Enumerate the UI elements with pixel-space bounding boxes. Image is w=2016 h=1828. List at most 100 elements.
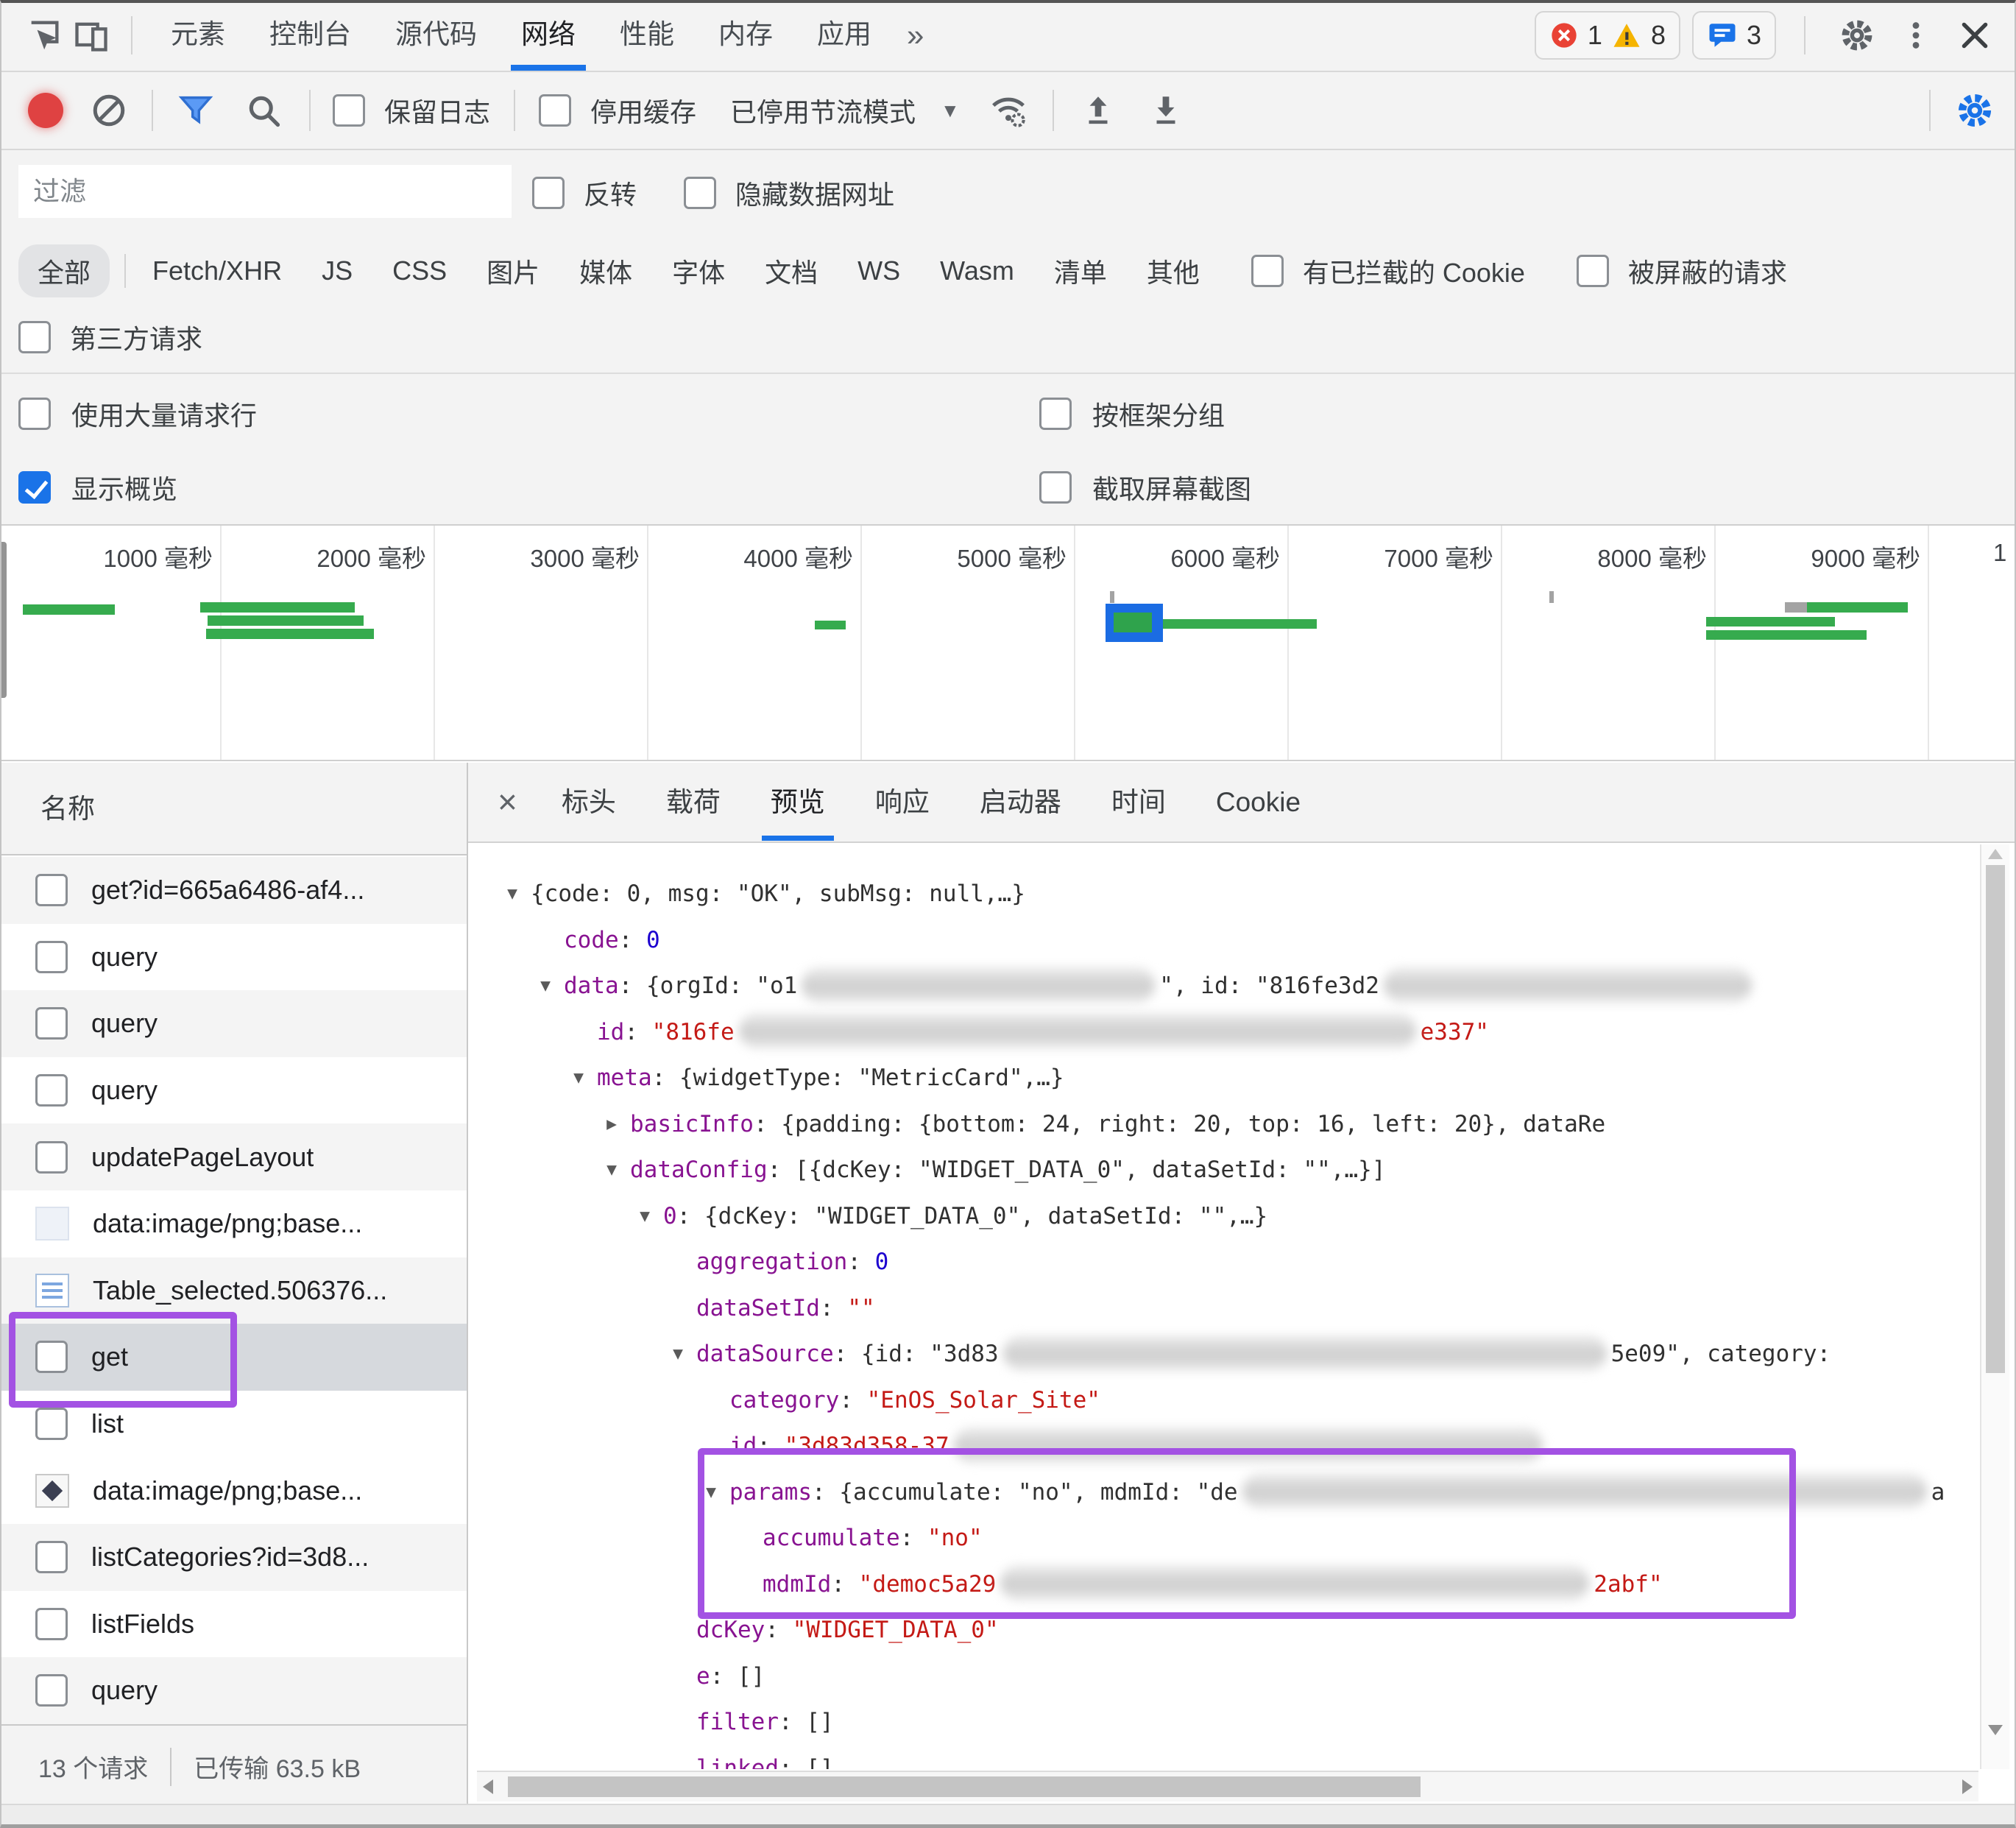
request-row-checkbox[interactable]: [35, 1341, 68, 1374]
blocked-cookies-checkbox[interactable]: [1251, 255, 1284, 287]
panel-tab-应用[interactable]: 应用: [795, 0, 894, 71]
type-chip-Wasm[interactable]: Wasm: [937, 248, 1017, 294]
request-row[interactable]: updatePageLayout: [0, 1123, 467, 1190]
request-row[interactable]: get: [0, 1324, 467, 1391]
json-tree-line[interactable]: ▼ 0: {dcKey: "WIDGET_DATA_0", dataSetId: …: [468, 1193, 1998, 1240]
request-row-checkbox[interactable]: [35, 1541, 68, 1574]
option-checkbox-1[interactable]: [1039, 398, 1072, 430]
filter-input[interactable]: [18, 165, 512, 218]
details-tab-时间[interactable]: 时间: [1086, 763, 1191, 841]
json-tree-line[interactable]: ▼ meta: {widgetType: "MetricCard",…}: [468, 1055, 1998, 1101]
json-tree-line[interactable]: ▶ basicInfo: {padding: {bottom: 24, right…: [468, 1101, 1998, 1148]
json-tree-line[interactable]: accumulate: "no": [468, 1515, 1998, 1561]
request-row[interactable]: get?id=665a6486-af4...: [0, 857, 467, 924]
import-har-icon[interactable]: [1075, 87, 1122, 134]
close-details-icon[interactable]: ×: [478, 763, 537, 841]
request-row-checkbox[interactable]: [35, 1408, 68, 1441]
expand-arrow-icon[interactable]: ▼: [597, 1147, 626, 1193]
throttling-select[interactable]: 已停用节流模式: [730, 91, 916, 130]
expand-arrow-icon[interactable]: ▼: [531, 963, 560, 1009]
request-row[interactable]: data:image/png;base...: [0, 1190, 467, 1257]
panel-tab-元素[interactable]: 元素: [149, 0, 247, 71]
request-row-checkbox[interactable]: [35, 1674, 68, 1707]
request-row[interactable]: data:image/png;base...: [0, 1457, 467, 1524]
request-row[interactable]: query: [0, 990, 467, 1057]
request-row[interactable]: query: [0, 1056, 467, 1124]
type-chip-字体[interactable]: 字体: [669, 244, 728, 297]
third-party-checkbox[interactable]: [18, 321, 51, 353]
json-tree-line[interactable]: aggregation: 0: [468, 1239, 1998, 1285]
kebab-menu-icon[interactable]: [1892, 12, 1939, 59]
json-tree-line[interactable]: ▼ params: {accumulate: "no", mdmId: "de a: [468, 1469, 1998, 1516]
json-tree-line[interactable]: filter: []: [468, 1699, 1998, 1746]
type-chip-清单[interactable]: 清单: [1051, 244, 1110, 297]
scroll-up-arrow[interactable]: [1988, 849, 2003, 859]
request-row-checkbox[interactable]: [35, 1140, 68, 1174]
type-chip-CSS[interactable]: CSS: [389, 248, 450, 294]
inspect-element-icon[interactable]: [21, 12, 68, 59]
request-row[interactable]: query: [0, 923, 467, 991]
request-row-checkbox[interactable]: [35, 940, 68, 973]
search-icon[interactable]: [240, 87, 287, 134]
expand-arrow-icon[interactable]: ▼: [498, 871, 527, 917]
type-chip-媒体[interactable]: 媒体: [576, 244, 635, 297]
filter-funnel-icon[interactable]: [172, 87, 219, 134]
record-network-log-icon[interactable]: [22, 87, 69, 134]
panel-tab-控制台[interactable]: 控制台: [247, 0, 373, 71]
requests-name-column-header[interactable]: 名称: [0, 763, 467, 855]
scroll-right-arrow[interactable]: [1962, 1779, 1973, 1794]
details-tab-启动器[interactable]: 启动器: [955, 763, 1086, 841]
clear-network-log-icon[interactable]: [85, 87, 132, 134]
request-row[interactable]: listFields: [0, 1590, 467, 1658]
issues-badge[interactable]: 3: [1691, 11, 1776, 60]
scroll-down-arrow[interactable]: [1988, 1725, 2003, 1735]
option-checkbox-0[interactable]: [18, 398, 51, 430]
expand-arrow-icon[interactable]: ▼: [696, 1469, 726, 1516]
details-tab-响应[interactable]: 响应: [850, 763, 955, 841]
vertical-scrollbar-thumb[interactable]: [1986, 865, 2005, 1373]
preserve-log-checkbox[interactable]: [333, 94, 365, 127]
throttling-dropdown-arrow[interactable]: ▼: [941, 99, 960, 122]
request-row-checkbox[interactable]: [35, 1607, 68, 1640]
request-row[interactable]: listCategories?id=3d8...: [0, 1523, 467, 1591]
expand-arrow-icon[interactable]: ▼: [663, 1331, 693, 1377]
type-chip-其他[interactable]: 其他: [1144, 244, 1203, 297]
expand-arrow-icon[interactable]: ▼: [630, 1193, 659, 1240]
json-tree-line[interactable]: ▼ dataConfig: [{dcKey: "WIDGET_DATA_0", d…: [468, 1147, 1998, 1193]
type-chip-全部[interactable]: 全部: [18, 244, 110, 297]
panel-tab-源代码[interactable]: 源代码: [373, 0, 499, 71]
request-row-checkbox[interactable]: [35, 874, 68, 907]
panel-tab-内存[interactable]: 内存: [696, 0, 795, 71]
type-chip-WS[interactable]: WS: [855, 248, 903, 294]
vertical-scrollbar[interactable]: [1980, 844, 2009, 1769]
network-overview-timeline[interactable]: 1000 毫秒 2000 毫秒 3000 毫秒 4000 毫秒 5000 毫秒 6000 …: [0, 524, 2016, 761]
json-tree-line[interactable]: category: "EnOS_Solar_Site": [468, 1377, 1998, 1424]
type-chip-Fetch/XHR[interactable]: Fetch/XHR: [149, 248, 285, 294]
json-tree-line[interactable]: code: 0: [468, 917, 1998, 964]
type-chip-JS[interactable]: JS: [319, 248, 356, 294]
panel-tab-性能[interactable]: 性能: [598, 0, 696, 71]
horizontal-scrollbar-thumb[interactable]: [508, 1776, 1421, 1797]
network-conditions-icon[interactable]: [985, 87, 1032, 134]
option-checkbox-3[interactable]: [1039, 471, 1072, 504]
json-tree-line[interactable]: ▼ dataSource: {id: "3d83 5e09", category:: [468, 1331, 1998, 1377]
json-tree-line[interactable]: dataSetId: "": [468, 1285, 1998, 1332]
details-tab-载荷[interactable]: 载荷: [641, 763, 746, 841]
json-tree-line[interactable]: id: "3d83d358-37: [468, 1423, 1998, 1469]
hide-data-urls-checkbox[interactable]: [684, 177, 716, 209]
disable-cache-checkbox[interactable]: [539, 94, 572, 127]
export-har-icon[interactable]: [1142, 87, 1189, 134]
type-chip-文档[interactable]: 文档: [762, 244, 821, 297]
type-chip-图片[interactable]: 图片: [484, 244, 542, 297]
json-tree-line[interactable]: mdmId: "democ5a29 2abf": [468, 1561, 1998, 1608]
request-row[interactable]: list: [0, 1390, 467, 1458]
scroll-left-arrow[interactable]: [483, 1779, 493, 1794]
json-tree-line[interactable]: linked: []: [468, 1746, 1998, 1770]
expand-arrow-icon[interactable]: ▼: [564, 1055, 593, 1101]
blocked-requests-checkbox[interactable]: [1576, 255, 1609, 287]
request-row-checkbox[interactable]: [35, 1074, 68, 1107]
settings-gear-icon[interactable]: [1833, 12, 1881, 59]
json-tree-line[interactable]: ▼ data: {orgId: "o1 ", id: "816fe3d2: [468, 963, 1998, 1009]
json-tree-line[interactable]: dcKey: "WIDGET_DATA_0": [468, 1607, 1998, 1654]
request-row[interactable]: query: [0, 1657, 467, 1724]
